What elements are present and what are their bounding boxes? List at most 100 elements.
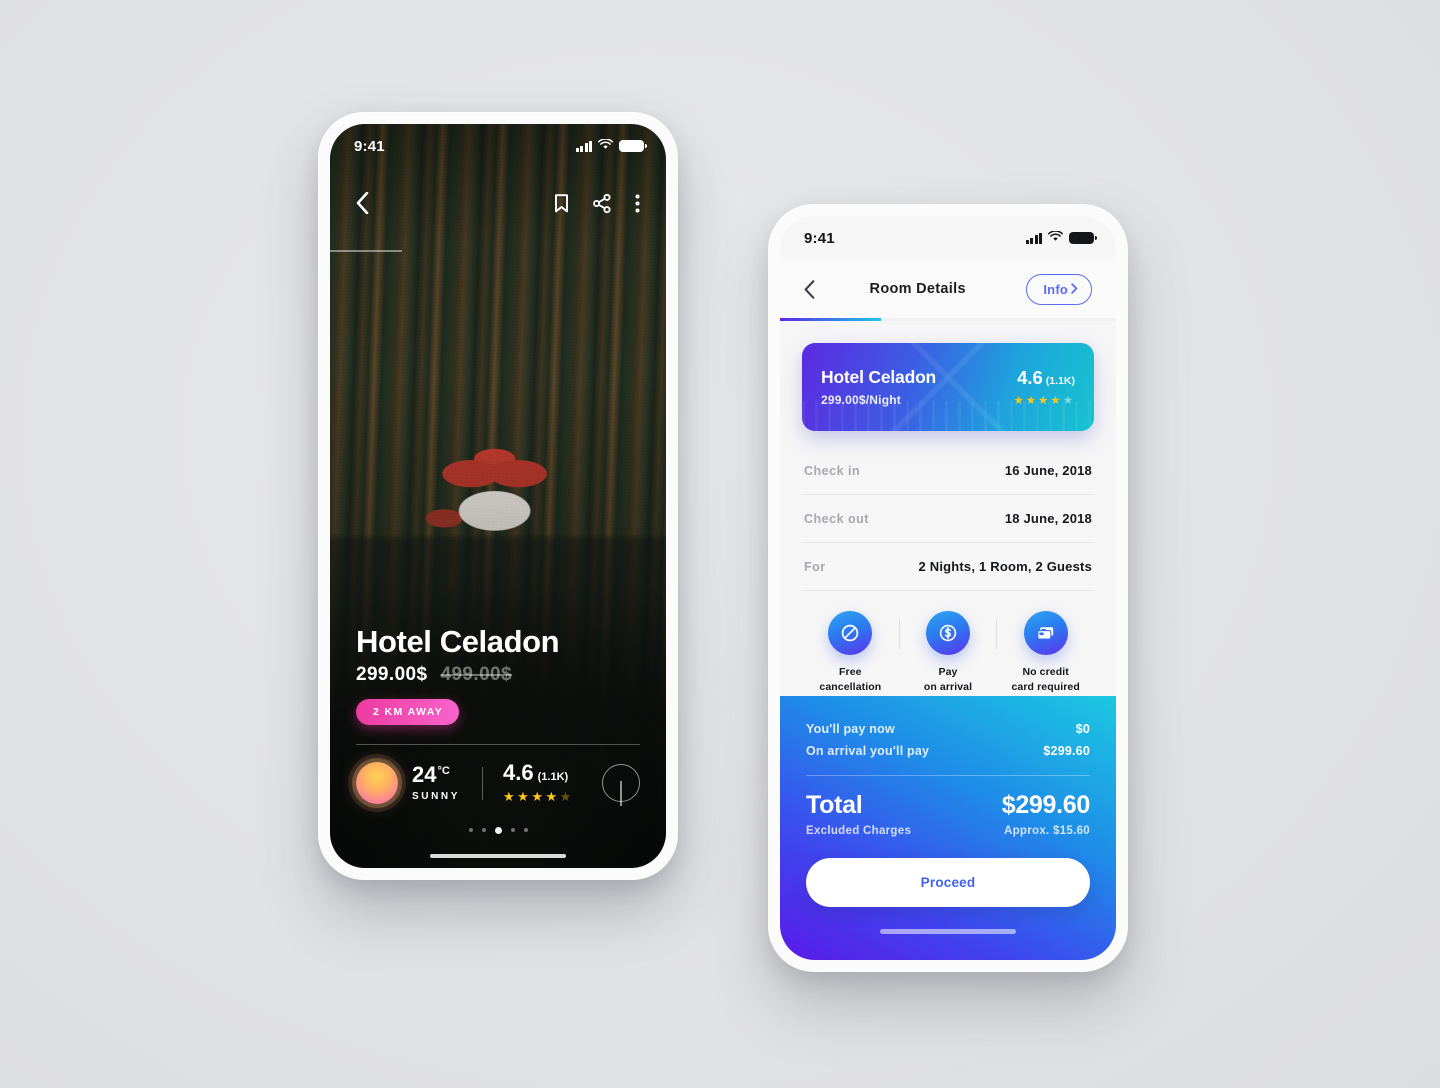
total-right: $299.60 Approx. $15.60 [1001, 791, 1091, 837]
pay-now-label: You'll pay now [806, 722, 895, 736]
signal-bars-icon [1025, 232, 1042, 244]
rating-count: (1.1K) [537, 770, 569, 783]
rating-score: 4.6 (1.1K) [1013, 367, 1075, 389]
perk-line-1: No credit [1022, 666, 1069, 678]
perk-label: Free cancellation [819, 665, 881, 695]
phone-mockup-right: 9:41 Room Details Info Hotel Celadon 299… [768, 204, 1128, 972]
page-title: Room Details [869, 281, 966, 297]
battery-full-icon [1069, 232, 1097, 244]
rating-stars: ★★★★★ [503, 788, 574, 804]
pagination-dot[interactable] [481, 828, 486, 832]
row-value: 16 June, 2018 [1004, 463, 1092, 478]
perk-label: Pay on arrival [924, 665, 972, 695]
total-left: Total Excluded Charges [806, 791, 911, 837]
hotel-summary-card[interactable]: Hotel Celadon 299.00$/Night 4.6 (1.1K) ★★… [802, 343, 1094, 431]
rating-stars: ★★★★★ [1013, 395, 1075, 407]
table-row: For 2 Nights, 1 Room, 2 Guests [802, 543, 1094, 591]
perk-line-1: Free [839, 666, 862, 678]
sun-icon [356, 762, 398, 804]
table-row: Check out 18 June, 2018 [802, 495, 1094, 543]
on-arrival-value: $299.60 [1043, 744, 1090, 758]
rating-count: (1.1K) [1045, 375, 1075, 387]
status-time: 9:41 [354, 137, 385, 155]
temperature-value: 24 [412, 762, 437, 787]
hotel-card-right: 4.6 (1.1K) ★★★★★ [1013, 367, 1075, 407]
hotel-card-left: Hotel Celadon 299.00$/Night [821, 367, 936, 407]
divider [356, 743, 640, 745]
perk-line-1: Pay [938, 666, 958, 678]
perk-pay-on-arrival[interactable]: Pay on arrival [900, 611, 997, 695]
rating-value: 4.6 [1017, 367, 1043, 388]
share-icon[interactable] [593, 193, 611, 213]
location-pin-icon[interactable] [602, 764, 640, 806]
total-value: $299.60 [1001, 791, 1091, 819]
home-indicator[interactable] [430, 853, 566, 858]
payment-summary-panel: You'll pay now $0 On arrival you'll pay … [780, 696, 1116, 960]
weather-block: 24°C SUNNY [412, 764, 461, 803]
pagination-dot[interactable] [523, 828, 528, 832]
perks-row: Free cancellation Pay on arrival No cred… [802, 611, 1094, 695]
info-button[interactable]: Info [1026, 273, 1092, 305]
table-row: Check in 16 June, 2018 [802, 447, 1094, 495]
temperature: 24°C [412, 764, 460, 786]
price-current: 299.00$ [356, 663, 428, 685]
more-vertical-icon[interactable] [635, 194, 640, 213]
divider [806, 775, 1090, 776]
pay-now-row: You'll pay now $0 [806, 722, 1090, 736]
status-indicators [1025, 229, 1097, 247]
pagination-dot[interactable] [510, 828, 515, 832]
status-indicators [575, 137, 647, 155]
wifi-icon [598, 137, 613, 155]
price-row: 299.00$ 499.00$ [356, 664, 640, 686]
hero-nav-actions [554, 193, 640, 213]
row-value: 18 June, 2018 [1004, 511, 1092, 526]
status-bar-left: 9:41 [330, 124, 666, 168]
pagination-dot[interactable] [468, 828, 473, 832]
screen-hotel-photo: 9:41 Hotel Celadon 299.00$ 499.00$ 2 KM … [330, 124, 666, 868]
price-original: 499.00$ [440, 663, 512, 685]
details-body: Hotel Celadon 299.00$/Night 4.6 (1.1K) ★★… [780, 321, 1116, 960]
pay-now-value: $0 [1075, 722, 1090, 736]
no-entry-icon [828, 611, 873, 655]
credit-card-icon [1023, 611, 1068, 655]
battery-full-icon [619, 140, 647, 152]
wifi-icon [1048, 229, 1063, 247]
details-header: Room Details Info [780, 260, 1116, 318]
total-row: Total Excluded Charges $299.60 Approx. $… [806, 791, 1090, 837]
hero-nav-bar [330, 182, 666, 224]
chevron-right-icon [1071, 282, 1078, 297]
vertical-divider [482, 766, 484, 800]
rating-score: 4.6 (1.1K) [503, 761, 574, 784]
carousel-pagination[interactable] [356, 826, 640, 834]
perk-line-2: cancellation [819, 681, 882, 694]
signal-bars-icon [575, 140, 592, 152]
hero-stats-row: 24°C SUNNY 4.6 (1.1K) ★★★★★ [356, 761, 640, 806]
status-badge-distance: 2 KM AWAY [356, 698, 460, 725]
back-button[interactable] [356, 192, 369, 214]
info-button-label: Info [1043, 281, 1068, 297]
status-time: 9:41 [804, 229, 835, 247]
hotel-price-per-night: 299.00$/Night [821, 393, 901, 407]
row-value: 2 Nights, 1 Room, 2 Guests [918, 559, 1092, 574]
dollar-coin-icon [926, 611, 970, 655]
status-bar-right: 9:41 [780, 216, 1116, 260]
weather-condition: SUNNY [412, 791, 461, 802]
on-arrival-row: On arrival you'll pay $299.60 [806, 744, 1090, 758]
row-label: Check out [804, 511, 869, 526]
proceed-button[interactable]: Proceed [806, 858, 1090, 907]
perk-no-credit-card[interactable]: No credit card required [997, 611, 1094, 695]
booking-details-list: Check in 16 June, 2018 Check out 18 June… [802, 447, 1094, 591]
row-label: For [804, 559, 826, 574]
perk-line-2: on arrival [923, 681, 973, 694]
total-approx: Approx. $15.60 [1003, 825, 1090, 837]
temperature-unit: °C [437, 764, 450, 777]
pagination-dot-active[interactable] [494, 826, 502, 834]
page-title: Hotel Celadon [356, 623, 560, 659]
perk-label: No credit card required [1011, 665, 1079, 695]
perk-free-cancellation[interactable]: Free cancellation [802, 611, 899, 695]
home-indicator[interactable] [880, 929, 1016, 934]
row-label: Check in [804, 463, 861, 478]
phone-mockup-left: 9:41 Hotel Celadon 299.00$ 499.00$ 2 KM … [318, 112, 678, 880]
hotel-name: Hotel Celadon [821, 367, 937, 387]
bookmark-icon[interactable] [554, 193, 569, 213]
